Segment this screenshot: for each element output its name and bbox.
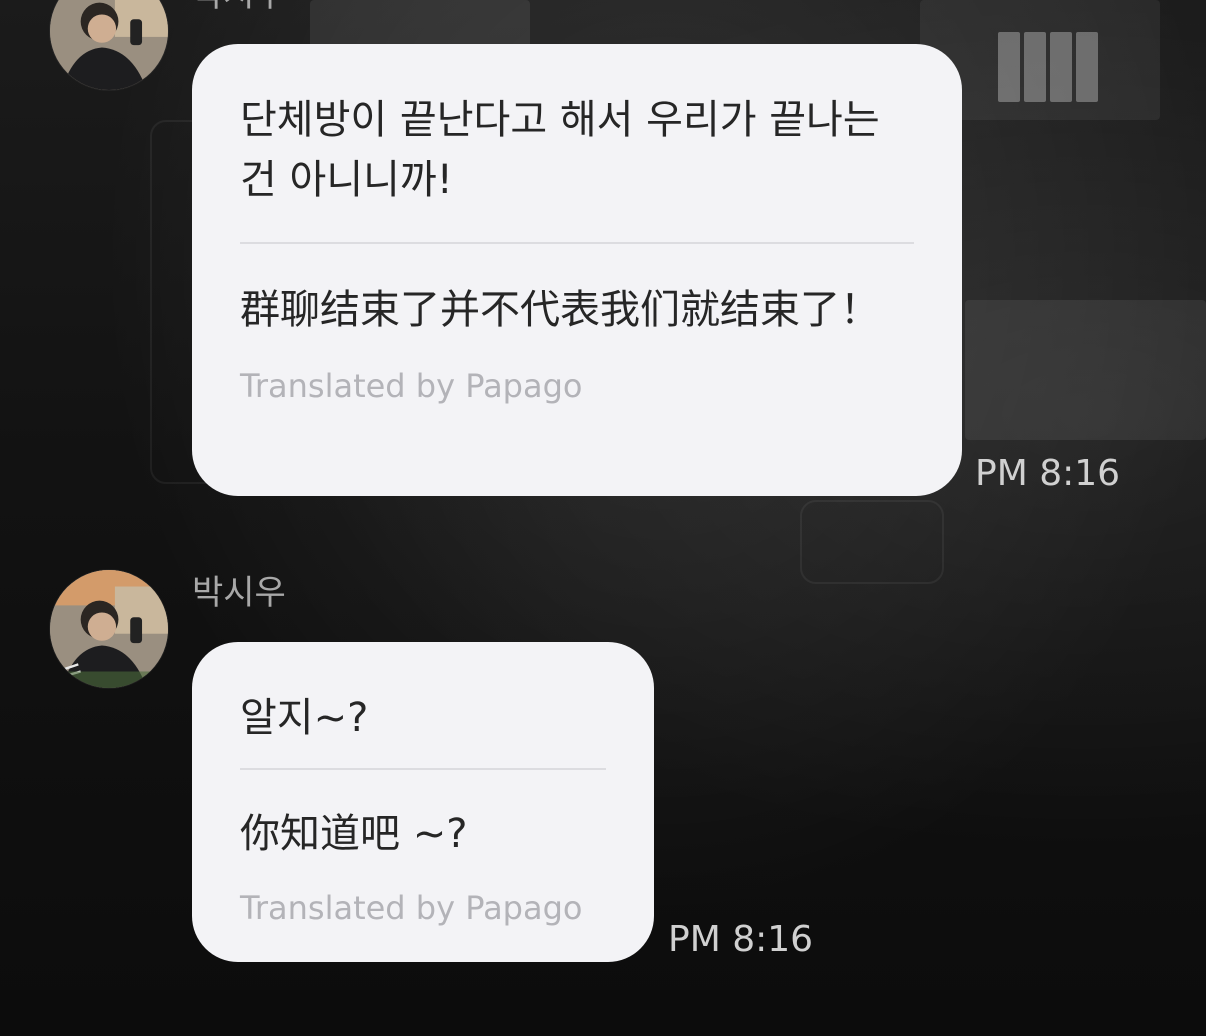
sender-name: 박시우	[192, 0, 286, 12]
translated-message-text: 你知道吧 ~?	[240, 811, 468, 857]
background-binder	[1024, 32, 1046, 102]
background-chair	[800, 500, 944, 584]
sender-name: 박시우	[192, 573, 286, 613]
sender-avatar[interactable]	[50, 570, 168, 688]
message-bubble[interactable]: 알지~? 你知道吧 ~? Translated by Papago	[192, 642, 654, 962]
background-binder	[1076, 32, 1098, 102]
message-bubble[interactable]: 단체방이 끝난다고 해서 우리가 끝나는 건 아니니까! 群聊结束了并不代表我们…	[192, 44, 962, 496]
original-message-text: 알지~?	[240, 695, 369, 741]
translation-credit: Translated by Papago	[240, 889, 583, 927]
background-shelf	[310, 0, 530, 50]
background-binder	[1050, 32, 1072, 102]
background-binder	[998, 32, 1020, 102]
background-desk-papers	[965, 300, 1206, 440]
avatar-photo-icon	[50, 570, 168, 688]
message-timestamp: PM 8:16	[668, 919, 814, 960]
message-timestamp: PM 8:16	[975, 453, 1121, 494]
translated-message-text: 群聊结束了并不代表我们就结束了！	[240, 287, 880, 333]
original-message-text: 단체방이 끝난다고 해서 우리가 끝나는 건 아니니까!	[240, 97, 880, 203]
translation-divider	[240, 768, 606, 770]
translation-credit: Translated by Papago	[240, 367, 583, 405]
translation-divider	[240, 242, 914, 244]
